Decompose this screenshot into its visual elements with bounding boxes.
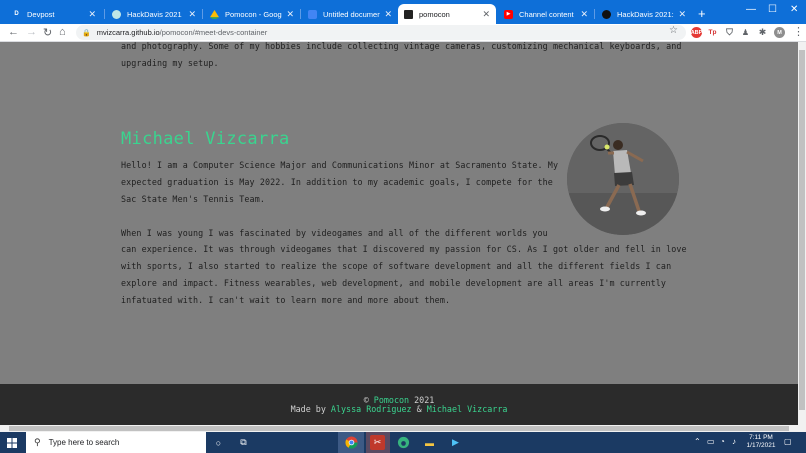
tab-divider	[594, 9, 595, 19]
horizontal-scrollbar[interactable]	[0, 425, 806, 432]
tab-title: HackDavis 2021 | Janua	[127, 9, 184, 19]
bio-paragraph-line: Sac State Men's Tennis Team.	[121, 194, 265, 204]
snip-app-icon[interactable]: ✂	[370, 435, 385, 450]
clock-date: 1/17/2021	[746, 442, 776, 449]
extensions-puzzle-icon[interactable]: ✱	[757, 27, 768, 38]
taskbar-clock[interactable]: 7:11 PM 1/17/2021	[742, 434, 780, 450]
horizontal-scroll-thumb[interactable]	[9, 426, 789, 431]
media-app-icon[interactable]: ▶	[448, 435, 463, 450]
address-bar[interactable]: 🔒 mvizcarra.github.io/pomocon/#meet-devs…	[76, 25, 686, 40]
vertical-scrollbar[interactable]	[798, 42, 806, 425]
tab-title: Channel content - YouT	[519, 9, 576, 19]
close-icon[interactable]: ✕	[188, 9, 196, 20]
search-icon: ⚲	[34, 437, 41, 447]
user-extension-icon[interactable]: ♟	[740, 27, 751, 38]
pomocon-icon	[404, 9, 413, 19]
footer-credits: Made by Alyssa Rodriguez & Michael Vizca…	[0, 405, 798, 414]
tab-hackdavis[interactable]: HackDavis 2021 | Janua ✕	[106, 4, 202, 24]
bio-paragraph-line: infatuated with. I can't wait to learn m…	[121, 295, 451, 305]
minimize-icon[interactable]: —	[746, 4, 756, 15]
adblock-icon[interactable]: ABP	[691, 27, 702, 38]
tab-title: HackDavis 2021: Meal	[617, 9, 674, 19]
github-icon	[602, 9, 611, 19]
tab-title: Pomocon - Google Drive	[225, 9, 282, 19]
notifications-icon[interactable]: ▢	[784, 437, 792, 446]
back-icon[interactable]: ←	[8, 26, 19, 38]
wifi-icon[interactable]: ◔	[720, 437, 725, 446]
profile-avatar[interactable]: M	[774, 27, 785, 38]
new-tab-icon[interactable]: +	[698, 6, 706, 21]
bio-paragraph-line: When I was young I was fascinated by vid…	[121, 228, 548, 238]
tab-pomocon[interactable]: pomocon ✕	[398, 4, 496, 24]
tab-strip: D Devpost ✕ HackDavis 2021 | Janua ✕ Pom…	[0, 0, 806, 24]
file-explorer-icon[interactable]: ▬	[422, 435, 437, 450]
close-icon[interactable]: ✕	[88, 9, 96, 20]
windows-start-icon[interactable]	[0, 432, 24, 453]
tab-google-drive[interactable]: Pomocon - Google Drive ✕	[204, 4, 300, 24]
tab-devpost[interactable]: D Devpost ✕	[6, 4, 102, 24]
bio-paragraph-line: Hello! I am a Computer Science Major and…	[121, 160, 559, 170]
intro-text-line: upgrading my setup.	[121, 58, 219, 68]
windows-taskbar: ⚲ Type here to search ○ ⧉ ✂ ▬ ▶ ⌃ ▭ ◔ ♪ …	[0, 432, 806, 453]
google-docs-icon	[308, 9, 317, 19]
author-link-alyssa[interactable]: Alyssa Rodriguez	[331, 404, 412, 414]
tray-expand-icon[interactable]: ⌃	[694, 437, 701, 446]
bio-paragraph-line: with sports, I also started to realize t…	[121, 261, 672, 271]
devpost-icon: D	[12, 9, 21, 19]
ampersand: &	[416, 404, 422, 414]
tab-youtube[interactable]: ▶ Channel content - YouT ✕	[498, 4, 594, 24]
tab-google-docs[interactable]: Untitled document - Go ✕	[302, 4, 398, 24]
tab-divider	[300, 9, 301, 19]
home-icon[interactable]: ⌂	[59, 26, 66, 38]
youtube-icon: ▶	[504, 9, 513, 19]
tab-divider	[104, 9, 105, 19]
task-view-icon[interactable]: ⧉	[236, 435, 251, 450]
profile-photo	[567, 123, 679, 235]
tennis-player-illustration	[567, 123, 679, 235]
close-icon[interactable]: ✕	[580, 9, 588, 20]
hackdavis-icon	[112, 9, 121, 19]
cortana-icon[interactable]: ○	[211, 435, 226, 450]
maximize-icon[interactable]: ☐	[768, 4, 777, 15]
url-path: /pomocon/#meet-devs-container	[159, 28, 268, 37]
tab-divider	[202, 9, 203, 19]
page-footer: © Pomocon 2021 Made by Alyssa Rodriguez …	[0, 384, 798, 425]
page-content: and photography. Some of my hobbies incl…	[0, 42, 798, 425]
tab-hackdavis-meal[interactable]: HackDavis 2021: Meal ✕	[596, 4, 692, 24]
vertical-scroll-thumb[interactable]	[799, 50, 805, 410]
intro-text-line: and photography. Some of my hobbies incl…	[121, 42, 682, 51]
url-host: mvizcarra.github.io	[96, 28, 160, 37]
chrome-taskbar-icon[interactable]	[344, 435, 359, 450]
made-by-label: Made by	[290, 404, 326, 414]
close-icon[interactable]: ✕	[384, 9, 392, 20]
developer-name-heading: Michael Vizcarra	[121, 129, 290, 149]
edge-taskbar-icon[interactable]	[396, 435, 411, 450]
clock-time: 7:11 PM	[749, 434, 773, 441]
browser-toolbar: ← → ↻ ⌂ 🔒 mvizcarra.github.io/pomocon/#m…	[0, 24, 806, 42]
shield-extension-icon[interactable]: ⛉	[724, 27, 735, 38]
close-icon[interactable]: ✕	[286, 9, 294, 20]
taskbar-search-box[interactable]: ⚲ Type here to search	[26, 432, 206, 453]
tab-title: Untitled document - Go	[323, 9, 381, 19]
search-placeholder: Type here to search	[48, 438, 120, 447]
bio-paragraph-line: expected graduation is May 2022. In addi…	[121, 177, 553, 187]
volume-icon[interactable]: ♪	[732, 437, 736, 446]
forward-icon[interactable]: →	[26, 26, 37, 38]
close-icon[interactable]: ✕	[482, 9, 490, 20]
lock-icon: 🔒	[82, 29, 91, 37]
author-link-michael[interactable]: Michael Vizcarra	[427, 404, 508, 414]
close-icon[interactable]: ✕	[678, 9, 686, 20]
tab-title: pomocon	[419, 9, 450, 19]
tab-title: Devpost	[27, 9, 55, 19]
close-window-icon[interactable]: ✕	[790, 4, 798, 15]
menu-kebab-icon[interactable]: ⋮	[793, 25, 804, 38]
tp-extension-icon[interactable]: Tp	[707, 27, 718, 38]
reload-icon[interactable]: ↻	[43, 26, 52, 39]
bio-paragraph-line: can experience. It was through videogame…	[121, 244, 687, 254]
bio-paragraph-line: explore and impact. Fitness wearables, w…	[121, 278, 667, 288]
battery-icon[interactable]: ▭	[707, 437, 715, 446]
bookmark-star-icon[interactable]: ☆	[669, 25, 678, 36]
google-drive-icon	[210, 9, 219, 19]
